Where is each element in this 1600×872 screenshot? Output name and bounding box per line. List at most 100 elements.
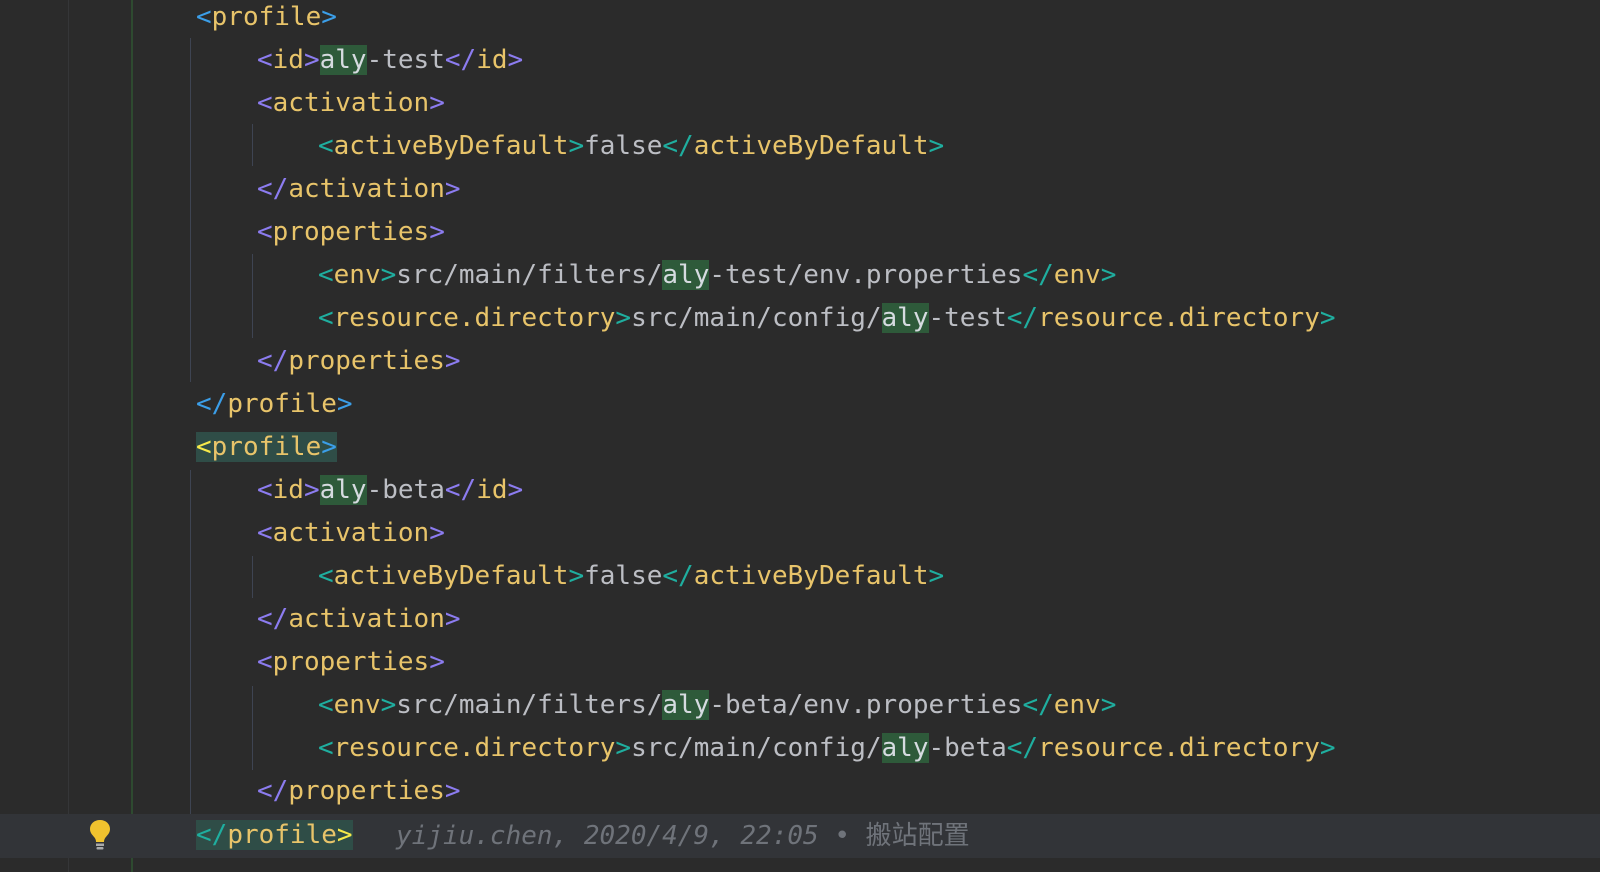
- tag-bracket: </: [257, 776, 289, 806]
- code-line[interactable]: <resource.directory>src/main/config/aly-…: [318, 726, 1336, 770]
- search-match: aly: [662, 690, 710, 720]
- tag-name: activeByDefault: [333, 561, 569, 591]
- blame-date: 2020/4/9, 22:05: [583, 821, 819, 851]
- tag-bracket: >: [568, 131, 585, 161]
- tag-bracket: >: [568, 561, 585, 591]
- vcs-change-marker: [131, 0, 133, 872]
- tag-bracket: >: [321, 2, 337, 32]
- code-line[interactable]: </properties>: [257, 769, 461, 813]
- code-line[interactable]: <properties>: [257, 640, 445, 684]
- tag-name: properties: [272, 647, 430, 677]
- matched-tag-highlight: </profile>: [196, 820, 353, 850]
- text-content: src/main/config/: [631, 303, 882, 333]
- tag-bracket: </: [1006, 303, 1039, 333]
- blame-author: yijiu.chen: [396, 821, 553, 851]
- code-line[interactable]: <activation>: [257, 81, 445, 125]
- tag-bracket: >: [429, 647, 445, 677]
- text-content: src/main/config/: [631, 733, 882, 763]
- matched-tag-highlight: <profile>: [196, 432, 337, 462]
- tag-name: id: [476, 45, 508, 75]
- tag-bracket: >: [928, 561, 945, 591]
- matched-bracket: >: [321, 432, 337, 462]
- code-line[interactable]: <profile>: [196, 425, 337, 469]
- tag-name: resource.directory: [333, 733, 616, 763]
- tag-bracket: >: [444, 604, 461, 634]
- code-line[interactable]: <activeByDefault>false</activeByDefault>: [318, 124, 944, 168]
- code-line[interactable]: <env>src/main/filters/aly-test/env.prope…: [318, 253, 1116, 297]
- blame-comma: ,: [552, 821, 584, 851]
- tag-bracket: <: [318, 561, 334, 591]
- indent-guide: [252, 556, 253, 598]
- lightbulb-icon[interactable]: [88, 818, 112, 852]
- code-line[interactable]: </properties>: [257, 339, 461, 383]
- text-content: false: [584, 561, 663, 591]
- code-line[interactable]: <activation>: [257, 511, 445, 555]
- text-content: -beta: [928, 733, 1007, 763]
- tag-name: env: [333, 260, 381, 290]
- tag-name: activeByDefault: [693, 131, 929, 161]
- tag-bracket: >: [429, 217, 445, 247]
- tag-name: env: [333, 690, 381, 720]
- text-content: -test: [928, 303, 1007, 333]
- code-line[interactable]: <resource.directory>src/main/config/aly-…: [318, 296, 1336, 340]
- indent-guide: [252, 254, 253, 338]
- tag-bracket: >: [303, 45, 320, 75]
- tag-bracket: </: [196, 389, 228, 419]
- code-line[interactable]: <properties>: [257, 210, 445, 254]
- tag-bracket: >: [380, 690, 397, 720]
- tag-name: resource.directory: [1038, 733, 1320, 763]
- code-line[interactable]: </activation>: [257, 597, 461, 641]
- code-line[interactable]: <env>src/main/filters/aly-beta/env.prope…: [318, 683, 1116, 727]
- tag-bracket: </: [257, 604, 289, 634]
- code-line[interactable]: <id>aly-test</id>: [257, 38, 523, 82]
- tag-bracket: <: [257, 217, 273, 247]
- tag-name: id: [476, 475, 508, 505]
- code-line[interactable]: <activeByDefault>false</activeByDefault>: [318, 554, 944, 598]
- blame-separator: •: [818, 821, 866, 851]
- tag-bracket: </: [444, 475, 477, 505]
- tag-bracket: >: [380, 260, 397, 290]
- tag-bracket: >: [444, 174, 461, 204]
- code-line[interactable]: </activation>: [257, 167, 461, 211]
- tag-name: id: [272, 475, 304, 505]
- tag-name: activation: [288, 604, 445, 634]
- code-line[interactable]: </profile>: [196, 813, 353, 857]
- tag-name: activation: [288, 174, 445, 204]
- gutter-divider: [68, 0, 69, 872]
- indent-guide: [252, 686, 253, 770]
- search-match: aly: [319, 45, 367, 75]
- tag-bracket: >: [928, 131, 945, 161]
- code-line[interactable]: <profile>: [196, 0, 337, 39]
- search-match: aly: [662, 260, 710, 290]
- tag-name: profile: [211, 432, 322, 462]
- tag-bracket: <: [257, 475, 273, 505]
- search-match: aly: [319, 475, 367, 505]
- tag-name: activation: [272, 518, 430, 548]
- tag-bracket: <: [318, 131, 334, 161]
- code-line[interactable]: <id>aly-beta</id>: [257, 468, 523, 512]
- tag-name: resource.directory: [1038, 303, 1320, 333]
- tag-bracket: >: [1100, 260, 1117, 290]
- code-editor[interactable]: <profile> <id>aly-test</id> <activation> <a…: [0, 0, 1600, 872]
- text-content: -beta: [366, 475, 445, 505]
- tag-bracket: <: [257, 45, 273, 75]
- tag-bracket: <: [257, 518, 273, 548]
- tag-name: env: [1053, 690, 1101, 720]
- text-content: src/main/filters/: [396, 260, 663, 290]
- git-blame-annotation: yijiu.chen, 2020/4/9, 22:05 • 搬站配置: [396, 814, 970, 858]
- tag-bracket: </: [662, 561, 694, 591]
- tag-bracket: </: [257, 346, 289, 376]
- text-content: -beta/env.properties: [709, 690, 1023, 720]
- tag-bracket: </: [662, 131, 694, 161]
- tag-name: profile: [211, 2, 322, 32]
- tag-name: id: [272, 45, 304, 75]
- tag-bracket: >: [1319, 303, 1336, 333]
- tag-name: resource.directory: [333, 303, 616, 333]
- tag-bracket: >: [444, 776, 461, 806]
- matched-bracket: </: [196, 820, 228, 850]
- blame-message: 搬站配置: [865, 821, 970, 851]
- tag-bracket: </: [444, 45, 477, 75]
- tag-bracket: >: [429, 518, 445, 548]
- code-line[interactable]: </profile>: [196, 382, 353, 426]
- tag-name: profile: [227, 389, 337, 419]
